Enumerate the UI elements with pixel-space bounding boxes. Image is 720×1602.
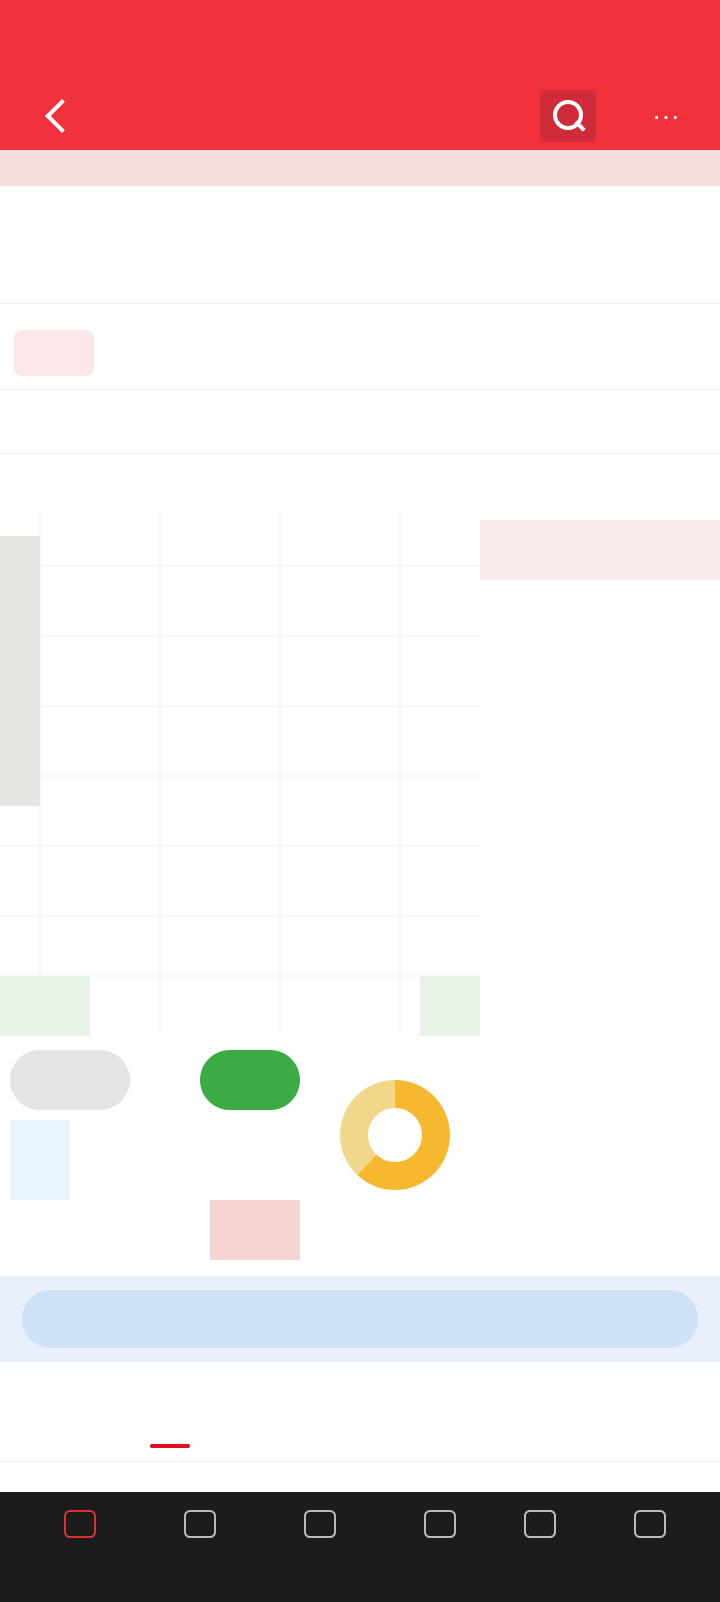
tab-detail[interactable] — [330, 1382, 440, 1442]
app-header: ··· — [0, 0, 720, 150]
bottom-action-bar — [0, 1492, 720, 1602]
bottom-bar-icon — [304, 1510, 336, 1538]
tab-period[interactable] — [400, 390, 496, 454]
funds-donut-chart — [340, 1080, 450, 1190]
search-icon[interactable] — [540, 90, 596, 142]
tab-period[interactable] — [500, 390, 596, 454]
order-book-header — [480, 520, 720, 580]
tab-period[interactable] — [610, 390, 706, 454]
order-book-row — [480, 936, 720, 982]
quote-summary — [0, 186, 720, 304]
bottom-bar-item[interactable] — [20, 1510, 140, 1546]
tab-detail[interactable] — [115, 1382, 225, 1448]
chart-left-band — [0, 536, 40, 806]
order-book-row — [480, 752, 720, 798]
tab-period[interactable] — [300, 390, 396, 454]
tab-period[interactable] — [0, 390, 96, 454]
intraday-chart[interactable] — [0, 506, 480, 1036]
bottom-bar-item[interactable] — [480, 1510, 600, 1546]
status-bar-time — [26, 14, 216, 64]
bottom-bar-item[interactable] — [140, 1510, 260, 1546]
order-book-row — [480, 660, 720, 706]
order-book — [480, 470, 720, 1290]
bottom-bar-item[interactable] — [590, 1510, 710, 1546]
back-icon[interactable] — [34, 94, 90, 140]
tab-detail[interactable] — [220, 1382, 330, 1442]
chart-period-tabs — [0, 390, 720, 454]
volume-label-left — [0, 976, 90, 1036]
flow-pill-a — [10, 1050, 130, 1110]
bottom-bar-item[interactable] — [260, 1510, 380, 1546]
order-book-row — [480, 706, 720, 752]
order-book-row — [480, 798, 720, 844]
chart-info-line — [0, 456, 480, 506]
bottom-bar-icon — [634, 1510, 666, 1538]
tab-period[interactable] — [200, 390, 296, 454]
order-book-row — [480, 1074, 720, 1120]
more-icon[interactable]: ··· — [634, 92, 698, 140]
order-book-row — [480, 1028, 720, 1074]
order-book-row — [480, 982, 720, 1028]
order-book-row — [480, 890, 720, 936]
order-book-row — [480, 1212, 720, 1258]
order-book-row — [480, 1120, 720, 1166]
bottom-bar-icon — [64, 1510, 96, 1538]
bottom-bar-icon — [184, 1510, 216, 1538]
bottom-bar-icon — [524, 1510, 556, 1538]
status-bar-indicators — [420, 14, 650, 64]
info-banner[interactable] — [0, 316, 720, 390]
tab-period[interactable] — [100, 390, 196, 454]
order-book-row — [480, 844, 720, 890]
detail-tabs — [0, 1362, 720, 1462]
notice-text — [22, 1290, 698, 1348]
flow-bottom-b — [210, 1200, 300, 1260]
order-book-mid — [480, 590, 720, 630]
tab-detail[interactable] — [550, 1382, 660, 1442]
tab-detail[interactable] — [430, 1382, 540, 1442]
bottom-bar-icon — [424, 1510, 456, 1538]
tab-detail[interactable] — [0, 1382, 110, 1442]
flow-pill-b — [200, 1050, 300, 1110]
banner-icon — [14, 330, 94, 376]
notice-bar[interactable] — [0, 1276, 720, 1362]
flow-bottom-a — [10, 1120, 70, 1200]
subtitle-bar — [0, 150, 720, 186]
order-book-row — [480, 1166, 720, 1212]
volume-label-right — [420, 976, 480, 1036]
